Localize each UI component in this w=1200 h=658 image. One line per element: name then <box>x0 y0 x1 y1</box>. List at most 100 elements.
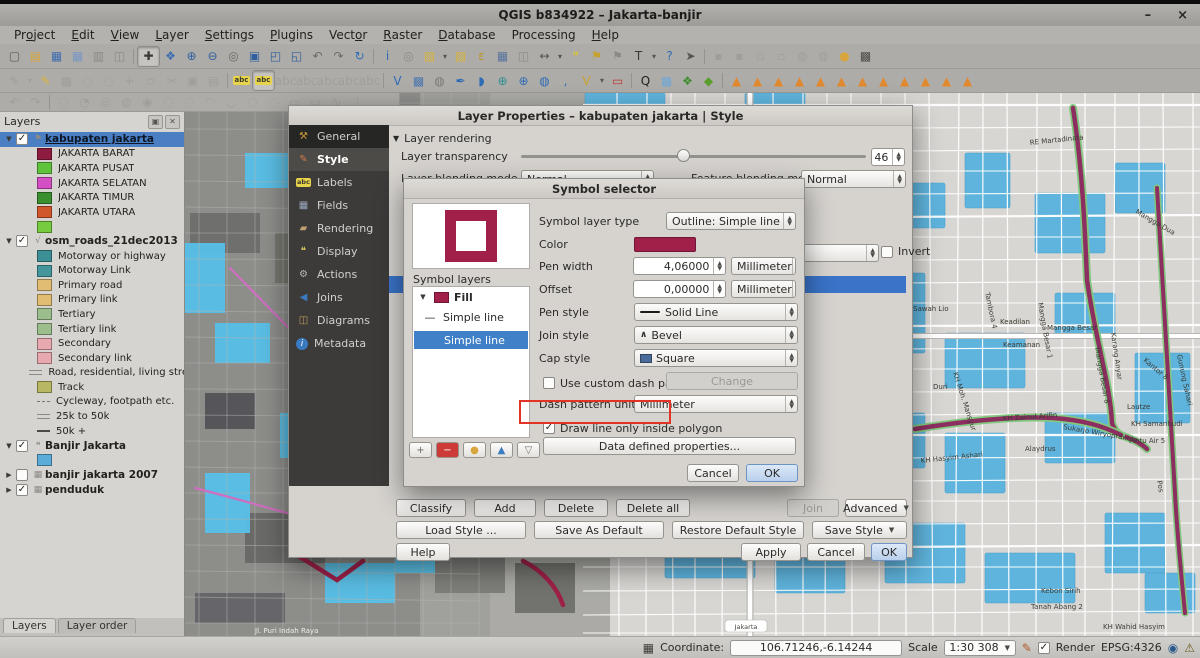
zoom-in-icon[interactable]: ⊕ <box>181 47 202 66</box>
symbol-layer-simple-line[interactable]: — Simple line <box>413 307 529 327</box>
panel-tab-layers[interactable]: Layers <box>3 618 56 633</box>
symbol-layer-type-dropdown[interactable]: Outline: Simple line▲▼ <box>666 212 796 230</box>
tab-display[interactable]: ❝Display <box>289 240 389 263</box>
tab-diagrams[interactable]: ◫Diagrams <box>289 309 389 332</box>
add-wms-layer-icon[interactable]: ⊕ <box>492 71 513 90</box>
label-highlight-icon[interactable]: ▪ <box>729 47 750 66</box>
edits-dropdown-icon[interactable]: ▾ <box>25 71 35 90</box>
layer-item-kabupaten-jakarta[interactable]: ▼✓⚑kabupaten jakarta <box>0 132 184 147</box>
symbol-layer-fill[interactable]: ▼ Fill <box>413 287 529 307</box>
add-raster-layer-icon[interactable]: ▩ <box>408 71 429 90</box>
add-part-icon[interactable]: ◍ <box>116 93 137 112</box>
deselect-all-icon[interactable]: ▨ <box>450 47 471 66</box>
menu-vector[interactable]: Vector <box>321 26 375 44</box>
offset-unit-dropdown[interactable]: Millimeter▲▼ <box>731 280 796 298</box>
scale-dropdown-icon[interactable]: ▼ <box>1005 644 1010 652</box>
label-tool-2-icon[interactable]: abc <box>296 71 317 90</box>
transparency-spinbox[interactable]: 46 ▲▼ <box>871 148 905 166</box>
label-pin-icon[interactable]: ▪ <box>708 47 729 66</box>
menu-edit[interactable]: Edit <box>63 26 102 44</box>
cancel-button[interactable]: Cancel <box>807 543 865 561</box>
layer-checkbox[interactable]: ✓ <box>16 440 28 452</box>
new-print-composer-icon[interactable]: ▥ <box>88 47 109 66</box>
plugin-orange-8-icon[interactable]: ▲ <box>873 71 894 90</box>
plugin-orange-12-icon[interactable]: ▲ <box>957 71 978 90</box>
plugin-orange-5-icon[interactable]: ▲ <box>810 71 831 90</box>
layer-item-swatch[interactable] <box>0 453 184 468</box>
add-layer-dropdown-icon[interactable]: ▾ <box>597 71 607 90</box>
save-project-as-icon[interactable]: ▦ <box>67 47 88 66</box>
add-postgis-layer-icon[interactable]: ◍ <box>429 71 450 90</box>
crs-status-icon[interactable]: ◉ <box>1168 641 1178 655</box>
layer-item-tertiary-link[interactable]: Tertiary link <box>0 322 184 337</box>
data-defined-properties-button[interactable]: Data defined properties... <box>543 437 796 455</box>
zoom-full-icon[interactable]: ▣ <box>244 47 265 66</box>
layer-rendering-header[interactable]: ▼ Layer rendering <box>393 132 492 145</box>
add-vector-layer-icon[interactable]: V <box>387 71 408 90</box>
whats-this-icon[interactable]: ➤ <box>680 47 701 66</box>
panel-tab-layer-order[interactable]: Layer order <box>58 618 137 633</box>
tab-joins[interactable]: ◀Joins <box>289 286 389 309</box>
layer-item-banjir-jakarta[interactable]: ▼✓❝Banjir Jakarta <box>0 438 184 453</box>
expander-icon[interactable]: ▼ <box>3 237 15 245</box>
plugin-orange-11-icon[interactable]: ▲ <box>936 71 957 90</box>
label-tool-1-icon[interactable]: abc <box>275 71 296 90</box>
plugin-orange-1-icon[interactable]: ▲ <box>726 71 747 90</box>
help-button[interactable]: Help <box>396 543 450 561</box>
panel-close-icon[interactable]: ✕ <box>165 115 180 129</box>
ok-button[interactable]: OK <box>871 543 907 561</box>
label-properties-icon[interactable]: ◍ <box>813 47 834 66</box>
undo-icon[interactable]: ↶ <box>4 93 25 112</box>
color-button[interactable] <box>634 237 696 252</box>
zoom-to-selection-icon[interactable]: ◱ <box>286 47 307 66</box>
move-feature-icon[interactable]: ◌ <box>98 71 119 90</box>
select-rectangle-icon[interactable]: ▧ <box>419 47 440 66</box>
delete-all-button[interactable]: Delete all <box>616 499 690 517</box>
layer-item-road-residential-living-street-etc-[interactable]: Road, residential, living street, etc. <box>0 366 184 381</box>
feature-blend-dropdown[interactable]: Normal ▲▼ <box>801 170 906 188</box>
lock-color-icon[interactable]: ● <box>463 442 486 458</box>
zoom-out-icon[interactable]: ⊖ <box>202 47 223 66</box>
close-button[interactable]: × <box>1177 8 1188 23</box>
layer-item-motorway-or-highway[interactable]: Motorway or highway <box>0 249 184 264</box>
delete-selected-icon[interactable]: ▫ <box>140 71 161 90</box>
menu-help[interactable]: Help <box>584 26 627 44</box>
menu-view[interactable]: View <box>103 26 148 44</box>
symbol-ok-button[interactable]: OK <box>746 464 798 482</box>
label-rotate-icon[interactable]: ▫ <box>771 47 792 66</box>
apply-button[interactable]: Apply <box>741 543 801 561</box>
add-delimited-text-icon[interactable]: , <box>555 71 576 90</box>
layer-checkbox[interactable]: ✓ <box>16 133 28 145</box>
add-wfs-layer-icon[interactable]: ◍ <box>534 71 555 90</box>
expander-icon[interactable]: ▶ <box>3 486 15 494</box>
reshape-features-icon[interactable]: ◠ <box>200 93 221 112</box>
zoom-to-layer-icon[interactable]: ◰ <box>265 47 286 66</box>
menu-layer[interactable]: Layer <box>147 26 196 44</box>
label-tool-4-icon[interactable]: abc <box>338 71 359 90</box>
label-tool-5-icon[interactable]: abc <box>359 71 380 90</box>
help-contents-icon[interactable]: ? <box>659 47 680 66</box>
plugin-orange-3-icon[interactable]: ▲ <box>768 71 789 90</box>
remove-symbol-layer-icon[interactable]: − <box>436 442 459 458</box>
label-move-icon[interactable]: ▫ <box>750 47 771 66</box>
save-project-icon[interactable]: ▦ <box>46 47 67 66</box>
layer-item-penduduk[interactable]: ▶✓▦penduduk <box>0 482 184 497</box>
layer-item-banjir-jakarta-2007[interactable]: ▶▦banjir jakarta 2007 <box>0 468 184 483</box>
processing-toolbox-icon[interactable]: ❖ <box>677 71 698 90</box>
add-ring-icon[interactable]: ◎ <box>95 93 116 112</box>
layer-checkbox[interactable]: ✓ <box>16 484 28 496</box>
layer-checkbox[interactable]: ✓ <box>16 235 28 247</box>
layer-item-secondary[interactable]: Secondary <box>0 336 184 351</box>
layer-item-osm-roads-21dec2013[interactable]: ▼✓√osm_roads_21dec2013 <box>0 234 184 249</box>
symbol-layer-simple-line-selected[interactable]: Simple line <box>414 331 528 349</box>
pen-width-unit-dropdown[interactable]: Millimeter▲▼ <box>731 257 796 275</box>
label-tool-3-icon[interactable]: abc <box>317 71 338 90</box>
show-bookmarks-icon[interactable]: ⚑ <box>607 47 628 66</box>
symbol-cancel-button[interactable]: Cancel <box>687 464 739 482</box>
invert-checkbox-row[interactable]: Invert <box>881 245 930 258</box>
expander-icon[interactable]: ▼ <box>3 135 15 143</box>
layer-item-jakarta-timur[interactable]: JAKARTA TIMUR <box>0 190 184 205</box>
toggle-editing-icon[interactable]: ✎ <box>35 71 56 90</box>
plugin-orange-2-icon[interactable]: ▲ <box>747 71 768 90</box>
map-refresh-icon[interactable]: ↻ <box>349 47 370 66</box>
